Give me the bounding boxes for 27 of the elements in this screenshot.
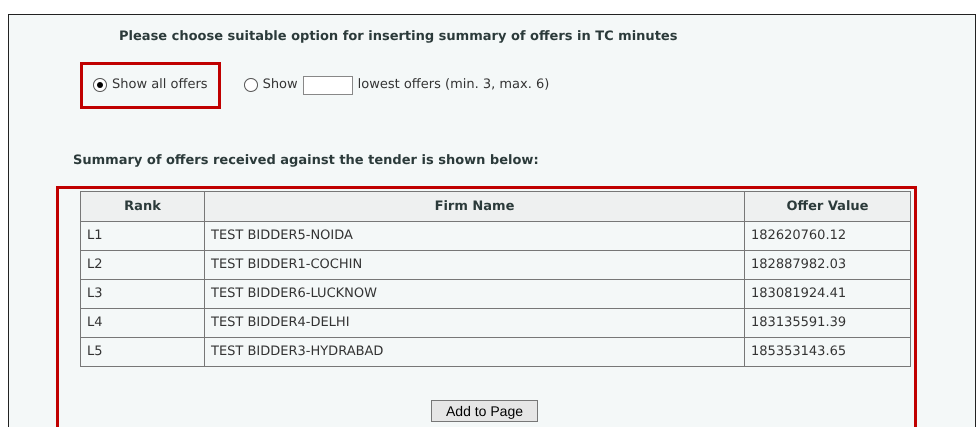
- table-cell: L2: [80, 250, 204, 280]
- table-cell: TEST BIDDER6-LUCKNOW: [204, 280, 744, 308]
- count-field[interactable]: [302, 76, 353, 94]
- table-cell: L4: [80, 308, 204, 338]
- table-cell: TEST BIDDER3-HYDRABAD: [204, 338, 744, 366]
- table-cell: 183135591.39: [744, 308, 910, 338]
- table-cell: 183081924.41: [744, 280, 910, 308]
- column-header: Firm Name: [204, 192, 744, 222]
- table-cell: 182887982.03: [744, 250, 910, 280]
- option-label: Show all offers: [112, 76, 208, 94]
- table-cell: L1: [80, 222, 204, 250]
- table-cell: TEST BIDDER4-DELHI: [204, 308, 744, 338]
- table-cell: TEST BIDDER1-COCHIN: [204, 250, 744, 280]
- option-label: lowest offers (min. 3, max. 6): [358, 76, 550, 94]
- column-header: Rank: [80, 192, 204, 222]
- table-cell: TEST BIDDER5-NOIDA: [204, 222, 744, 250]
- radio-button[interactable]: [244, 78, 258, 92]
- summary-title: Summary of offers received against the tender is shown below:: [73, 152, 540, 170]
- table-cell: L3: [80, 280, 204, 308]
- table-cell: L5: [80, 338, 204, 366]
- option-label: Show: [262, 76, 298, 94]
- add-to-page-button[interactable]: Add to Page: [430, 400, 538, 422]
- table-cell: 185353143.65: [744, 338, 910, 366]
- radio-button[interactable]: [93, 78, 107, 92]
- table-cell: 182620760.12: [744, 222, 910, 250]
- instruction-heading: Please choose suitable option for inserting summary of offers in TC minutes: [119, 28, 678, 46]
- column-header: Offer Value: [744, 192, 910, 222]
